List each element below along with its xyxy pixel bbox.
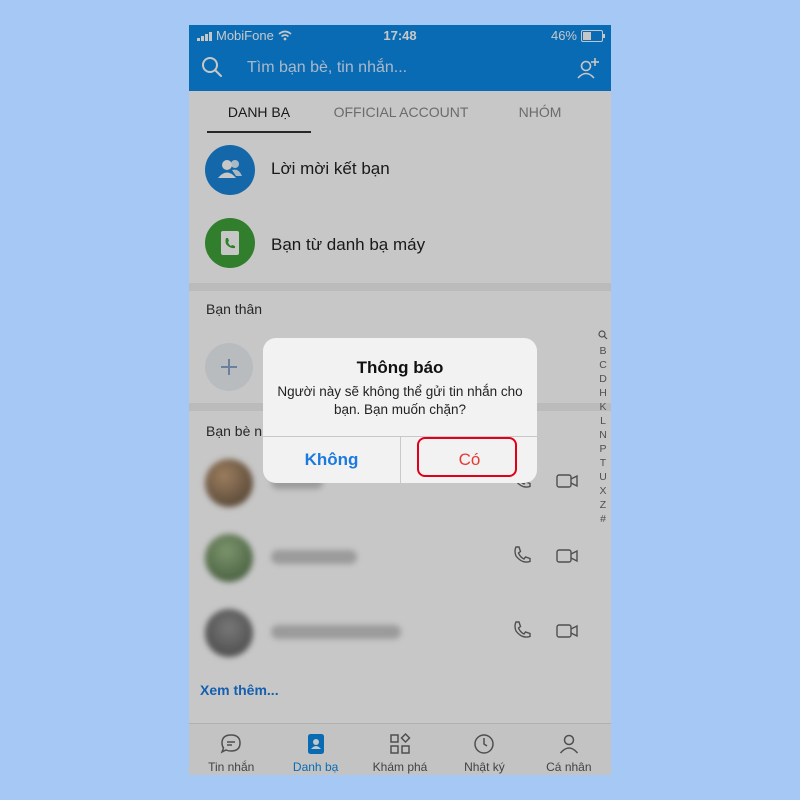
- cancel-button[interactable]: Không: [263, 437, 400, 483]
- highlight-box: [417, 437, 517, 477]
- dialog-title: Thông báo: [356, 358, 444, 377]
- phone-screen: MobiFone 17:48 46% Tìm bạn bè, tin nhắn.…: [189, 25, 611, 775]
- dialog-message: Người này sẽ không thể gửi tin nhắn cho …: [277, 384, 523, 417]
